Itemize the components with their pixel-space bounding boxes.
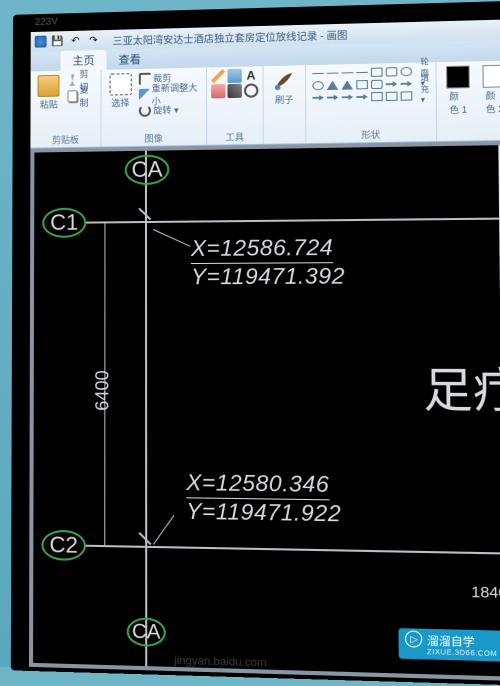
monitor-model: 223V [35,17,58,28]
color2-swatch [482,65,500,88]
brush-icon [273,69,296,92]
picker-tool[interactable] [227,84,241,98]
group-clipboard: 粘贴 剪切 复制 剪贴板 [30,70,101,148]
tab-view[interactable]: 查看 [107,49,153,70]
text-tool[interactable]: A [244,68,258,82]
grid-bubble-CA-top: CA [125,154,170,185]
group-colors: 颜 色 1 颜 色 2 [436,60,500,141]
gridline-h-C1 [84,217,500,223]
grid-bubble-C1: C1 [42,208,86,238]
brush-button[interactable]: 刷子 [267,67,300,108]
resize-icon [139,88,150,100]
group-brush: 刷子 [263,65,306,144]
canvas-area: CA C1 C2 CA X=12586.724 Y=119471.392 X=1… [29,141,500,682]
group-tools: A 工具 [207,66,264,145]
group-image: 选择 裁剪 重新调整大小 旋转 ▾ 图像 [102,67,207,146]
shape-fill-button[interactable]: 填充 ▾ [418,81,431,97]
ribbon: 粘贴 剪切 复制 剪贴板 选择 裁剪 重 [30,60,500,148]
resize-button[interactable]: 重新调整大小 [137,86,202,102]
crop-icon [139,72,151,84]
paste-button[interactable]: 粘贴 [35,73,64,113]
color2-button[interactable]: 颜 色 2 [477,63,500,118]
cut-icon [67,74,77,86]
undo-button[interactable]: ↶ [69,34,83,48]
rotate-button[interactable]: 旋转 ▾ [137,102,202,118]
room-label: 足疗 [423,353,500,422]
grid-bubble-C2: C2 [41,530,86,561]
rotate-icon [139,104,151,116]
app-icon [35,36,47,48]
copy-icon [67,90,77,102]
fill-tool[interactable] [227,69,241,83]
paste-icon [38,75,60,97]
zoom-tool[interactable] [244,83,258,97]
point2-coords: X=12580.346 Y=119471.922 [186,470,341,528]
shapes-gallery[interactable] [310,65,416,107]
gridline-v-CA [145,151,147,666]
select-icon [109,73,131,95]
group-shapes: 轮廓 ▾ 填充 ▾ 形状 [306,62,437,143]
redo-button[interactable]: ↷ [87,33,101,47]
pencil-tool[interactable] [211,69,225,83]
drawing-canvas[interactable]: CA C1 C2 CA X=12586.724 Y=119471.392 X=1… [33,145,500,677]
dimension-vertical: 6400 [92,370,113,411]
dimension-small: 1840 [471,583,500,602]
copy-button[interactable]: 复制 [65,88,97,104]
eraser-tool[interactable] [211,84,225,98]
select-button[interactable]: 选择 [106,71,135,111]
grid-bubble-CA-bottom: CA [127,617,166,647]
point1-coords: X=12586.724 Y=119471.392 [191,234,345,290]
color1-swatch [446,66,470,89]
app-window: 💾 ↶ ↷ 三亚太阳湾安达士酒店独立套房定位放线记录 - 画图 主页 查看 粘贴… [29,19,500,681]
watermark: 溜溜自学 ZIXUE.3D66.COM [399,628,500,662]
source-watermark: jingyan.baidu.com [174,655,267,670]
save-button[interactable]: 💾 [51,34,65,48]
color1-button[interactable]: 颜 色 1 [441,63,476,118]
